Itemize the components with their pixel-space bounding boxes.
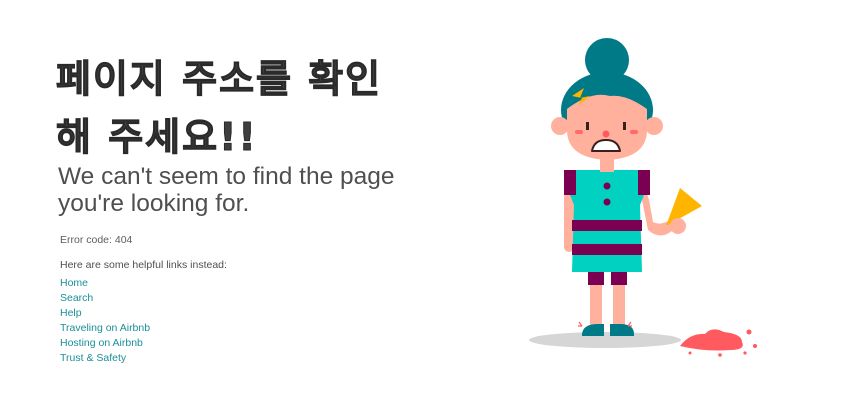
page-title: 페이지 주소를 확인 해 주세요!! (55, 50, 383, 166)
ice-cream-cone-icon (666, 188, 702, 226)
list-item: Traveling on Airbnb (60, 318, 150, 334)
left-cheek (575, 130, 583, 134)
list-item: Hosting on Airbnb (60, 333, 150, 349)
left-eye (586, 122, 589, 130)
right-arm (640, 190, 675, 236)
page-subtitle: We can't seem to find the page you're lo… (58, 163, 395, 217)
list-item: Home (60, 273, 150, 289)
girl-dropped-ice-cream-illustration (529, 38, 757, 357)
helpful-links-intro: Here are some helpful links instead: (60, 259, 227, 271)
page-title-line-2: 해 주세요!! (55, 115, 258, 160)
helpful-links-list: Home Search Help Traveling on Airbnb Hos… (60, 273, 150, 364)
ice-cream-puddle (680, 329, 757, 357)
right-eye (623, 122, 626, 130)
dress (564, 170, 650, 272)
list-item: Help (60, 303, 150, 319)
right-cheek (630, 130, 638, 134)
page-subtitle-line-1: We can't seem to find the page (58, 163, 395, 190)
trust-and-safety-link[interactable]: Trust & Safety (60, 352, 126, 364)
list-item: Trust & Safety (60, 348, 150, 364)
legs (578, 268, 634, 336)
nose (602, 130, 610, 138)
hand (670, 218, 686, 234)
ground-shadow (529, 332, 681, 348)
list-item: Search (60, 288, 150, 304)
right-ear (645, 117, 663, 135)
page-title-line-1: 페이지 주소를 확인 (55, 57, 383, 102)
page-subtitle-line-2: you're looking for. (58, 190, 250, 217)
error-code: Error code: 404 (60, 234, 133, 246)
left-ear (551, 117, 569, 135)
